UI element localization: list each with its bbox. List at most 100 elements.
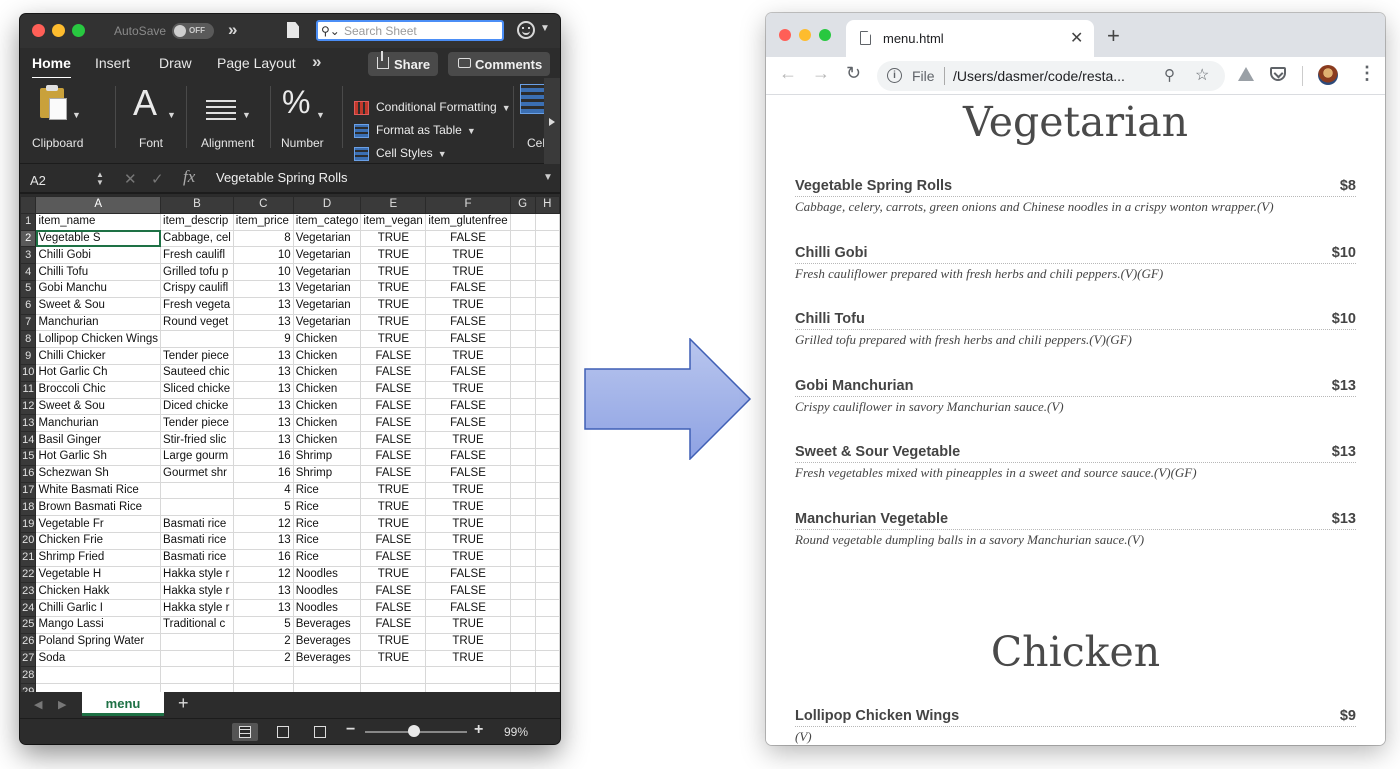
cell[interactable]	[534, 212, 560, 231]
drive-extension-icon[interactable]	[1238, 67, 1254, 81]
browser-tab[interactable]: menu.html ✕	[846, 20, 1094, 57]
cell[interactable]: item_glutenfree	[425, 212, 511, 231]
cell[interactable]: Beverages	[292, 615, 362, 634]
cell[interactable]: White Basmati Rice	[35, 481, 162, 500]
cell[interactable]	[425, 683, 511, 692]
row-header[interactable]: 24	[20, 599, 37, 617]
column-header-e[interactable]: E	[360, 196, 427, 214]
row-header[interactable]: 10	[20, 363, 37, 382]
cell[interactable]: TRUE	[425, 380, 511, 399]
cell[interactable]	[360, 666, 427, 685]
cell[interactable]: item_descrip	[160, 212, 234, 231]
cell[interactable]: TRUE	[425, 246, 511, 265]
add-sheet-icon[interactable]: +	[178, 693, 189, 714]
cell[interactable]	[160, 649, 234, 668]
cell[interactable]: FALSE	[425, 330, 511, 349]
cell[interactable]	[509, 279, 536, 298]
more-toolbar-chevron-icon[interactable]: »	[228, 20, 237, 40]
search-sheet-input[interactable]	[344, 23, 498, 39]
cell[interactable]	[534, 431, 560, 449]
cell[interactable]	[534, 531, 560, 550]
cell[interactable]	[534, 615, 560, 634]
cell[interactable]: FALSE	[425, 599, 511, 617]
cell[interactable]	[292, 683, 362, 692]
cell[interactable]: 16	[232, 464, 294, 483]
clipboard-group[interactable]: ▼ Clipboard	[20, 78, 112, 158]
cell[interactable]: Chicken Frie	[35, 531, 162, 550]
new-tab-icon[interactable]: +	[1107, 23, 1120, 49]
cell[interactable]	[509, 229, 536, 248]
cell[interactable]: FALSE	[425, 279, 511, 298]
cell[interactable]: TRUE	[425, 431, 511, 449]
comments-button[interactable]: Comments	[448, 52, 550, 76]
cell[interactable]	[509, 649, 536, 668]
cell[interactable]	[160, 498, 234, 517]
cell[interactable]: FALSE	[360, 431, 427, 449]
cell[interactable]: 2	[232, 649, 294, 668]
cell[interactable]: Beverages	[292, 632, 362, 651]
cell[interactable]	[509, 246, 536, 265]
cell[interactable]: item_price	[232, 212, 294, 231]
row-header[interactable]: 23	[20, 582, 37, 601]
row-header[interactable]: 14	[20, 431, 37, 449]
reload-icon[interactable]: ↻	[846, 63, 861, 84]
column-header-d[interactable]: D	[292, 196, 362, 214]
search-sheet-field[interactable]: ⚲⌄	[316, 20, 504, 41]
cell[interactable]: 8	[232, 229, 294, 248]
cell[interactable]: TRUE	[360, 498, 427, 517]
cell[interactable]: Chicken	[292, 380, 362, 399]
cell[interactable]: Large gourm	[160, 447, 234, 466]
cell[interactable]	[509, 632, 536, 651]
cell[interactable]	[534, 683, 560, 692]
cell[interactable]: FALSE	[425, 582, 511, 601]
row-header[interactable]: 20	[20, 531, 37, 550]
cell[interactable]: Rice	[292, 481, 362, 500]
cell[interactable]: 13	[232, 414, 294, 433]
cell[interactable]: Schezwan Sh	[35, 464, 162, 483]
cell[interactable]: Vegetarian	[292, 229, 362, 248]
cell[interactable]	[509, 330, 536, 349]
row-header[interactable]: 16	[20, 464, 37, 483]
zoom-level[interactable]: 99%	[504, 725, 528, 739]
page-break-view-button[interactable]	[307, 723, 333, 741]
cell[interactable]	[292, 666, 362, 685]
cell[interactable]: Hakka style r	[160, 599, 234, 617]
row-header[interactable]: 1	[20, 212, 37, 231]
cell[interactable]: Shrimp Fried	[35, 548, 162, 567]
cell[interactable]: Grilled tofu p	[160, 263, 234, 281]
cell[interactable]	[509, 666, 536, 685]
cell[interactable]	[534, 632, 560, 651]
cell[interactable]: FALSE	[425, 313, 511, 332]
cell[interactable]: Gourmet shr	[160, 464, 234, 483]
forward-arrow-icon[interactable]: →	[812, 63, 830, 84]
close-window-button[interactable]	[32, 24, 45, 37]
feedback-smiley-icon[interactable]	[517, 21, 535, 39]
cell[interactable]: FALSE	[425, 229, 511, 248]
cell[interactable]	[509, 447, 536, 466]
formula-input[interactable]: Vegetable Spring Rolls	[216, 170, 348, 185]
cell[interactable]: FALSE	[425, 397, 511, 416]
row-header[interactable]: 19	[20, 515, 37, 533]
cell[interactable]: Vegetarian	[292, 246, 362, 265]
profile-avatar[interactable]	[1318, 65, 1338, 85]
cell[interactable]	[160, 683, 234, 692]
cell[interactable]: TRUE	[360, 515, 427, 533]
row-header[interactable]: 15	[20, 447, 37, 466]
cell[interactable]: FALSE	[360, 397, 427, 416]
cell[interactable]	[425, 666, 511, 685]
cell[interactable]: item_catego	[292, 212, 362, 231]
cell[interactable]: FALSE	[360, 414, 427, 433]
row-header[interactable]: 29	[20, 683, 37, 692]
column-header-a[interactable]: A	[35, 196, 162, 214]
cell[interactable]: Chilli Gobi	[35, 246, 162, 265]
zoom-window-button[interactable]	[819, 29, 831, 41]
cell[interactable]: TRUE	[360, 330, 427, 349]
cell[interactable]	[534, 229, 560, 248]
cell[interactable]: FALSE	[360, 582, 427, 601]
cell[interactable]: Vegetable Fr	[35, 515, 162, 533]
conditional-formatting-button[interactable]: Conditional Formatting ▼	[354, 100, 511, 118]
cell[interactable]: Sliced chicke	[160, 380, 234, 399]
row-header[interactable]: 17	[20, 481, 37, 500]
cell[interactable]: Rice	[292, 515, 362, 533]
cell[interactable]: Chicken	[292, 414, 362, 433]
